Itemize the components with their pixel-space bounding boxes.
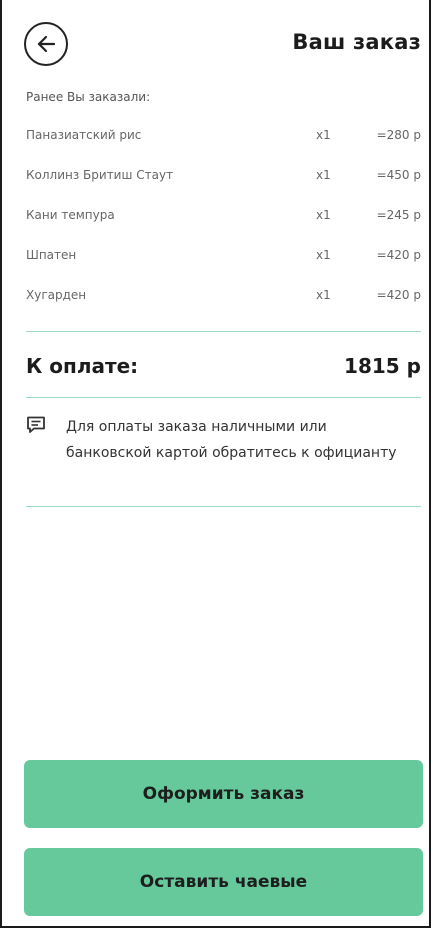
order-items-list: Паназиатский рис x1 =280 р Коллинз Брити…: [26, 128, 421, 328]
back-button[interactable]: [24, 22, 68, 66]
item-name: Паназиатский рис: [26, 128, 142, 142]
list-item: Коллинз Бритиш Стаут x1 =450 р: [26, 168, 421, 208]
list-item: Кани темпура x1 =245 р: [26, 208, 421, 248]
message-icon: [27, 416, 45, 433]
item-price: =280 р: [376, 128, 421, 142]
item-quantity: x1: [316, 208, 331, 222]
divider: [26, 331, 421, 332]
divider: [26, 506, 421, 507]
order-screen: Ваш заказ Ранее Вы заказали: Паназиатски…: [0, 0, 431, 928]
list-item: Хугарден x1 =420 р: [26, 288, 421, 328]
item-quantity: x1: [316, 248, 331, 262]
list-item: Шпатен x1 =420 р: [26, 248, 421, 288]
item-quantity: x1: [316, 288, 331, 302]
item-price: =245 р: [376, 208, 421, 222]
item-quantity: x1: [316, 168, 331, 182]
item-name: Кани темпура: [26, 208, 115, 222]
item-name: Хугарден: [26, 288, 87, 302]
leave-tip-button[interactable]: Оставить чаевые: [24, 848, 423, 916]
arrow-left-icon: [37, 35, 56, 53]
item-name: Коллинз Бритиш Стаут: [26, 168, 174, 182]
item-name: Шпатен: [26, 248, 77, 262]
item-price: =450 р: [376, 168, 421, 182]
previous-orders-label: Ранее Вы заказали:: [26, 90, 151, 104]
item-price: =420 р: [376, 248, 421, 262]
list-item: Паназиатский рис x1 =280 р: [26, 128, 421, 168]
divider: [26, 397, 421, 398]
notice-text: Для оплаты заказа наличными или банковск…: [66, 419, 397, 461]
total-row: К оплате: 1815 р: [26, 354, 421, 384]
total-label: К оплате:: [26, 354, 139, 378]
header: Ваш заказ: [24, 22, 421, 70]
page-title: Ваш заказ: [292, 30, 421, 54]
item-quantity: x1: [316, 128, 331, 142]
place-order-button[interactable]: Оформить заказ: [24, 760, 423, 828]
item-price: =420 р: [376, 288, 421, 302]
total-amount: 1815 р: [344, 354, 421, 378]
